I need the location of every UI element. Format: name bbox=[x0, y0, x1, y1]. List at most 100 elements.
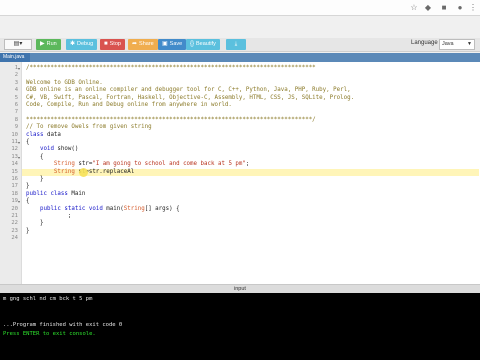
code-line[interactable]: ****************************************… bbox=[26, 117, 316, 123]
code-line[interactable]: { bbox=[26, 153, 44, 160]
code-line[interactable]: } bbox=[26, 176, 44, 182]
language-label: Language bbox=[411, 40, 438, 46]
code-line[interactable]: /***************************************… bbox=[26, 65, 316, 71]
play-icon: ▶ bbox=[40, 41, 45, 47]
share-button[interactable]: ➦ Share bbox=[128, 39, 158, 50]
download-button[interactable]: ⤓ bbox=[226, 39, 246, 50]
profile-icon[interactable]: ● bbox=[456, 4, 464, 12]
save-button[interactable]: ▣ Save bbox=[158, 39, 187, 50]
code-line[interactable]: // To remove Owels from given string bbox=[26, 124, 152, 130]
code-token: static bbox=[64, 205, 89, 212]
fold-toggle-icon[interactable]: ▾ bbox=[18, 199, 20, 204]
code-token: } bbox=[26, 176, 44, 182]
tab-main-java[interactable]: Main.java bbox=[0, 53, 30, 62]
language-value: Java bbox=[442, 41, 454, 47]
code-line[interactable]: } bbox=[26, 183, 30, 189]
code-line[interactable]: Code, Compile, Run and Debug online from… bbox=[26, 102, 232, 108]
code-line[interactable]: ; bbox=[26, 213, 72, 219]
save-icon: ▣ bbox=[162, 41, 168, 47]
code-token: Main bbox=[71, 190, 86, 197]
top-strip: ☆ ◆ ■ ● ⋮ bbox=[0, 0, 480, 16]
line-number: 17 bbox=[11, 183, 18, 190]
run-label: Run bbox=[46, 41, 57, 47]
mouse-cursor-highlight bbox=[79, 167, 88, 177]
code-token: data bbox=[46, 131, 61, 138]
code-token: /***************************************… bbox=[26, 65, 316, 71]
code-token: ****************************************… bbox=[26, 116, 316, 123]
code-line[interactable]: public static void main(String[] args) { bbox=[26, 206, 180, 212]
code-line[interactable]: } bbox=[26, 220, 44, 226]
code-line[interactable]: { bbox=[26, 198, 30, 204]
code-line[interactable]: String str="I am going to school and com… bbox=[26, 161, 249, 167]
code-line[interactable]: class data bbox=[26, 132, 61, 138]
code-editor[interactable]: 1 ▾ 2 3 4 5 6 7 8 9 10 11 ▾ 12 13 ▾ 14 15 16 17 18 19 ▾ 20 21 22 2… bbox=[0, 62, 480, 284]
code-area[interactable]: /***************************************… bbox=[22, 62, 480, 284]
bug-icon: ✱ bbox=[70, 41, 76, 47]
line-number: 9 bbox=[14, 124, 18, 131]
bookmark-icon[interactable]: ☆ bbox=[410, 4, 418, 12]
code-line[interactable]: { bbox=[26, 139, 30, 145]
beautify-label: Beautify bbox=[196, 41, 216, 47]
code-token: // To remove Owels from given string bbox=[26, 124, 152, 131]
file-tab-bar: Main.java bbox=[0, 53, 480, 62]
stop-button[interactable]: ■ Stop bbox=[100, 39, 125, 50]
line-number: 7 bbox=[14, 109, 18, 116]
line-number: 20 bbox=[11, 205, 18, 212]
output-console[interactable]: m gng schl nd cm bck t 5 pm ...Program fi… bbox=[0, 293, 480, 346]
code-token: { bbox=[26, 198, 30, 205]
line-number: 6 bbox=[14, 102, 18, 108]
line-number: 24 bbox=[11, 235, 18, 242]
line-number: 3 bbox=[14, 79, 18, 86]
code-line[interactable]: void show() bbox=[26, 146, 78, 152]
code-token: C#, VB, Swift, Pascal, Fortran, Haskell,… bbox=[26, 94, 355, 101]
code-line[interactable]: public class Main bbox=[26, 191, 85, 197]
share-label: Share bbox=[139, 41, 154, 47]
line-number: 4 bbox=[14, 87, 18, 94]
line-number: 5 bbox=[14, 94, 18, 101]
toolbar: ▤▾ ▶ Run ✱ Debug ■ Stop ➦ Share ▣ Save {} Beau… bbox=[0, 38, 480, 52]
debug-label: Debug bbox=[77, 41, 94, 47]
line-number: 19 bbox=[11, 198, 18, 205]
download-icon: ⤓ bbox=[234, 41, 238, 47]
code-token: } bbox=[26, 227, 30, 234]
puzzle-icon[interactable]: ■ bbox=[440, 4, 448, 12]
code-token: String bbox=[53, 168, 79, 175]
fold-toggle-icon[interactable]: ▾ bbox=[18, 66, 20, 71]
io-divider[interactable]: input bbox=[0, 284, 480, 293]
menu-icon[interactable]: ⋮ bbox=[469, 4, 477, 12]
input-label: input bbox=[234, 286, 246, 292]
line-number: 2 bbox=[14, 72, 18, 79]
code-line[interactable]: C#, VB, Swift, Pascal, Fortran, Haskell,… bbox=[26, 95, 354, 101]
code-token: } bbox=[26, 183, 30, 190]
line-number: 11 bbox=[11, 139, 18, 145]
code-token: void bbox=[88, 205, 107, 212]
stop-icon: ■ bbox=[104, 41, 108, 47]
code-token: ; bbox=[245, 161, 250, 168]
console-line: Press ENTER to exit console. bbox=[3, 331, 96, 338]
line-number: 12 bbox=[11, 146, 18, 153]
extension-icon[interactable]: ◆ bbox=[424, 4, 432, 12]
stop-label: Stop bbox=[109, 41, 121, 47]
chevron-down-icon: ▼ bbox=[467, 41, 472, 47]
line-number: 13 bbox=[11, 153, 18, 160]
code-line[interactable]: Welcome to GDB Online. bbox=[26, 80, 103, 86]
debug-button[interactable]: ✱ Debug bbox=[66, 39, 98, 50]
code-token: String bbox=[53, 161, 79, 168]
browser-window: ☆ ◆ ■ ● ⋮ ▤▾ ▶ Run ✱ Debug ■ Stop ➦ Share ▣ S… bbox=[0, 0, 480, 346]
fold-toggle-icon[interactable]: ▾ bbox=[18, 155, 20, 160]
beautify-button[interactable]: {} Beautify bbox=[186, 39, 220, 50]
code-token: { bbox=[26, 139, 30, 145]
code-token: str= bbox=[78, 161, 93, 168]
file-menu-button[interactable]: ▤▾ bbox=[4, 39, 32, 50]
fold-toggle-icon[interactable]: ▾ bbox=[18, 140, 20, 145]
tab-label: Main.java bbox=[3, 54, 25, 60]
run-button[interactable]: ▶ Run bbox=[36, 39, 61, 50]
code-token: ; bbox=[26, 213, 72, 219]
line-number: 18 bbox=[11, 190, 18, 197]
language-select[interactable]: Java ▼ bbox=[439, 39, 475, 50]
code-token: { bbox=[26, 153, 44, 160]
code-line[interactable]: GDB online is an online compiler and deb… bbox=[26, 87, 351, 93]
code-line[interactable]: } bbox=[26, 228, 30, 234]
